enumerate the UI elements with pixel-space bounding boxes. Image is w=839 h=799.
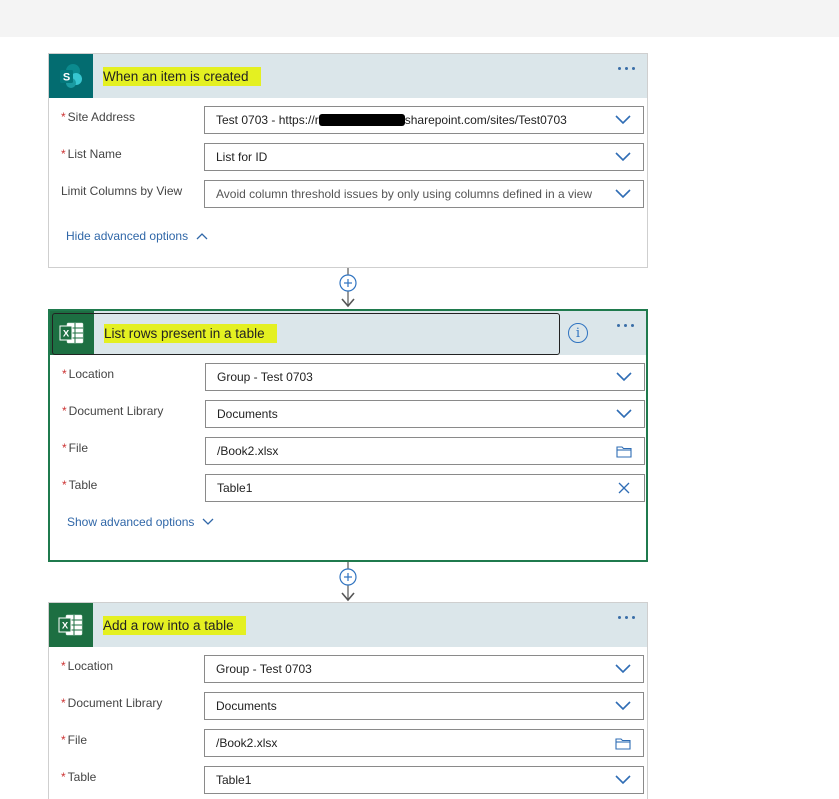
location-row: * Location Group - Test 0703 <box>62 363 645 400</box>
document-library-row: * Document Library Documents <box>61 692 644 729</box>
table-row: * Table Table1 <box>62 474 645 511</box>
more-options-icon[interactable] <box>617 324 634 327</box>
chevron-down-icon <box>202 518 214 525</box>
list-name-label: * List Name <box>61 147 122 161</box>
document-library-label: * Document Library <box>62 404 164 418</box>
folder-icon[interactable] <box>616 444 632 458</box>
card-body: * Location Group - Test 0703 * Document Li… <box>49 647 647 799</box>
action-card-add-row[interactable]: X Add a row into a table * Location Group… <box>48 602 648 799</box>
document-library-dropdown[interactable]: Documents <box>204 692 644 720</box>
table-dropdown[interactable]: Table1 <box>204 766 644 794</box>
hide-advanced-options-link[interactable]: Hide advanced options <box>61 217 633 263</box>
sharepoint-icon: S <box>49 54 93 98</box>
redacted-block <box>318 114 405 126</box>
location-dropdown[interactable]: Group - Test 0703 <box>204 655 644 683</box>
location-dropdown[interactable]: Group - Test 0703 <box>205 363 645 391</box>
file-row: * File /Book2.xlsx <box>62 437 645 474</box>
card-header[interactable]: X List rows present in a table i <box>50 311 646 355</box>
file-label: * File <box>62 441 89 455</box>
svg-text:S: S <box>63 72 70 84</box>
location-label: * Location <box>62 367 115 381</box>
document-library-label: * Document Library <box>61 696 163 710</box>
clear-icon[interactable] <box>616 481 632 495</box>
site-address-label: * Site Address <box>61 110 136 124</box>
action-card-list-rows[interactable]: X List rows present in a table i * Locati… <box>48 309 648 562</box>
chevron-down-icon[interactable] <box>616 407 632 421</box>
chevron-down-icon[interactable] <box>615 113 631 127</box>
info-icon[interactable]: i <box>568 323 588 343</box>
table-label: * Table <box>61 770 97 784</box>
chevron-down-icon[interactable] <box>615 699 631 713</box>
more-options-icon[interactable] <box>618 67 635 70</box>
chevron-down-icon[interactable] <box>615 150 631 164</box>
site-address-dropdown[interactable]: Test 0703 - https://r sharepoint.com/site… <box>204 106 644 134</box>
show-advanced-options-link[interactable]: Show advanced options <box>62 511 632 549</box>
document-library-row: * Document Library Documents <box>62 400 645 437</box>
file-input[interactable]: /Book2.xlsx <box>204 729 644 757</box>
chevron-down-icon[interactable] <box>615 187 631 201</box>
site-address-row: * Site Address Test 0703 - https://r share… <box>61 106 644 143</box>
trigger-card-when-item-created[interactable]: S When an item is created * Site Address … <box>48 53 648 268</box>
chevron-down-icon[interactable] <box>616 370 632 384</box>
location-label: * Location <box>61 659 114 673</box>
table-input[interactable]: Table1 <box>205 474 645 502</box>
limit-columns-label: Limit Columns by View <box>61 184 183 198</box>
file-input[interactable]: /Book2.xlsx <box>205 437 645 465</box>
list-name-row: * List Name List for ID <box>61 143 644 180</box>
card-header[interactable]: S When an item is created <box>49 54 647 98</box>
folder-icon[interactable] <box>615 736 631 750</box>
card-title[interactable]: When an item is created <box>103 66 261 86</box>
chevron-down-icon[interactable] <box>615 773 631 787</box>
limit-columns-dropdown[interactable]: Avoid column threshold issues by only us… <box>204 180 644 208</box>
file-label: * File <box>61 733 88 747</box>
svg-text:X: X <box>62 621 69 632</box>
connector-add-step[interactable] <box>337 268 359 310</box>
table-row: * Table Table1 <box>61 766 644 799</box>
table-label: * Table <box>62 478 98 492</box>
card-body: * Site Address Test 0703 - https://r share… <box>49 98 647 263</box>
location-row: * Location Group - Test 0703 <box>61 655 644 692</box>
card-title[interactable]: List rows present in a table <box>104 323 277 343</box>
connector-add-step[interactable] <box>337 562 359 604</box>
card-title[interactable]: Add a row into a table <box>103 615 246 635</box>
card-header[interactable]: X Add a row into a table <box>49 603 647 647</box>
document-library-dropdown[interactable]: Documents <box>205 400 645 428</box>
list-name-dropdown[interactable]: List for ID <box>204 143 644 171</box>
file-row: * File /Book2.xlsx <box>61 729 644 766</box>
top-band <box>0 0 839 37</box>
more-options-icon[interactable] <box>618 616 635 619</box>
chevron-down-icon[interactable] <box>615 662 631 676</box>
chevron-up-icon <box>196 233 208 240</box>
limit-columns-row: Limit Columns by View Avoid column thres… <box>61 180 644 217</box>
excel-icon: X <box>49 603 93 647</box>
card-body: * Location Group - Test 0703 * Document Li… <box>50 355 646 549</box>
